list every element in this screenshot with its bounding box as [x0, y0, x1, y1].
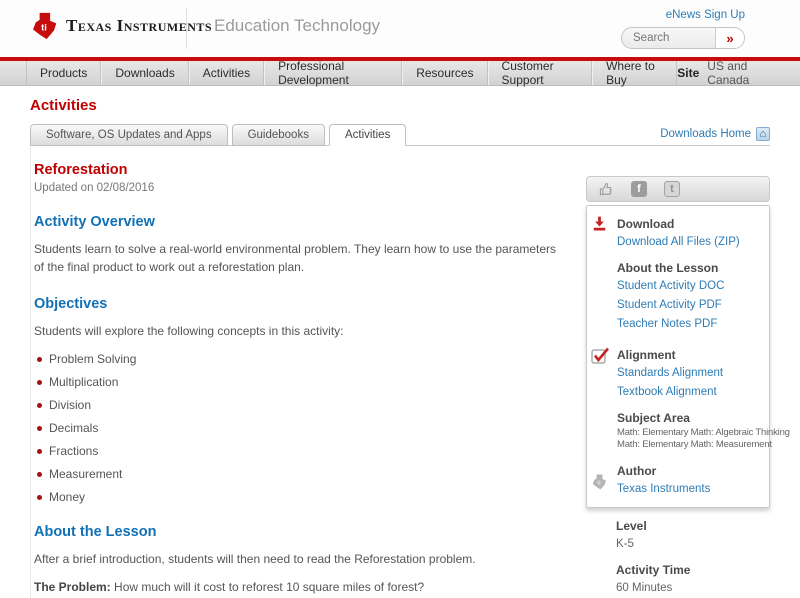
- site-region[interactable]: US and Canada: [707, 59, 768, 87]
- resource-panel: Download Download All Files (ZIP) About …: [586, 205, 790, 508]
- download-all-files-link[interactable]: Download All Files (ZIP): [617, 236, 763, 248]
- tab-software-os-updates[interactable]: Software, OS Updates and Apps: [30, 124, 228, 146]
- section-about-the-lesson: About the Lesson: [34, 524, 157, 540]
- level-heading: Level: [616, 519, 647, 533]
- site-label: Site: [677, 66, 700, 80]
- list-item: Multiplication: [34, 375, 568, 389]
- about-problem: The Problem: How much will it cost to re…: [34, 578, 568, 596]
- objectives-list: Problem Solving Multiplication Division …: [34, 352, 568, 504]
- enews-signup-link[interactable]: eNews Sign Up: [666, 9, 745, 21]
- page-title: Activities: [30, 97, 97, 114]
- alignment-heading: Alignment: [617, 348, 676, 362]
- subject-area-heading: Subject Area: [617, 411, 690, 425]
- about-lesson-files-heading: About the Lesson: [617, 261, 719, 275]
- article: Reforestation Updated on 02/08/2016 Acti…: [31, 146, 586, 598]
- about-paragraph-1: After a brief introduction, students wil…: [34, 552, 476, 566]
- list-item: Division: [34, 398, 568, 412]
- details-panel: Level K-5 Activity Time 60 Minutes Devic…: [586, 508, 770, 598]
- objectives-intro: Students will explore the following conc…: [34, 324, 344, 338]
- level-value: K-5: [616, 538, 634, 550]
- thumbs-up-icon[interactable]: [598, 181, 614, 197]
- overview-text: Students learn to solve a real-world env…: [34, 242, 557, 274]
- activity-time-section: Activity Time 60 Minutes: [616, 563, 764, 594]
- activity-time-heading: Activity Time: [616, 563, 691, 577]
- list-item: Money: [34, 490, 568, 504]
- problem-label: The Problem:: [34, 580, 111, 594]
- student-activity-pdf-link[interactable]: Student Activity PDF: [617, 299, 763, 311]
- main-nav: Products Downloads Activities Profession…: [0, 59, 800, 87]
- home-icon: ⌂: [756, 127, 770, 141]
- downloads-home-label: Downloads Home: [660, 128, 751, 140]
- alignment-section: Alignment Standards Alignment Textbook A…: [591, 347, 763, 398]
- activity-time-value: 60 Minutes: [616, 582, 673, 594]
- level-section: Level K-5: [616, 519, 764, 550]
- ti-author-icon: ti: [592, 474, 606, 490]
- social-bar: f t: [586, 176, 770, 202]
- tab-bar: Software, OS Updates and Apps Guidebooks…: [30, 123, 770, 146]
- list-item: Decimals: [34, 421, 568, 435]
- download-section: Download Download All Files (ZIP): [593, 216, 763, 248]
- nav-item-customer-support[interactable]: Customer Support: [487, 59, 593, 87]
- svg-text:ti: ti: [41, 22, 47, 33]
- tab-content: Reforestation Updated on 02/08/2016 Acti…: [30, 146, 790, 598]
- download-icon: [593, 216, 606, 231]
- list-item: Measurement: [34, 467, 568, 481]
- subject-area-line: Math: Elementary Math: Algebraic Thinkin…: [617, 427, 790, 438]
- site-selector: Site US and Canada: [677, 59, 800, 87]
- nav-item-professional-development[interactable]: Professional Development: [264, 59, 403, 87]
- teacher-notes-pdf-link[interactable]: Teacher Notes PDF: [617, 318, 763, 330]
- sidebar: f t Download Download All Files (ZIP) Ab…: [586, 176, 790, 598]
- list-item: Fractions: [34, 444, 568, 458]
- page: ti Texas Instruments Education Technolog…: [0, 0, 800, 598]
- download-heading: Download: [617, 217, 675, 231]
- subject-area-line: Math: Elementary Math: Measurement: [617, 439, 772, 450]
- nav-item-products[interactable]: Products: [26, 61, 102, 85]
- tab-guidebooks[interactable]: Guidebooks: [231, 124, 325, 146]
- nav-item-resources[interactable]: Resources: [402, 61, 488, 85]
- svg-text:ti: ti: [597, 481, 601, 487]
- search-submit-icon: »: [726, 30, 734, 46]
- downloads-home-link[interactable]: Downloads Home ⌂: [660, 127, 770, 141]
- facebook-icon[interactable]: f: [631, 181, 647, 197]
- section-activity-overview: Activity Overview: [34, 214, 155, 230]
- author-heading: Author: [617, 464, 657, 478]
- section-objectives: Objectives: [34, 296, 108, 312]
- student-activity-doc-link[interactable]: Student Activity DOC: [617, 280, 763, 292]
- nav-item-where-to-buy[interactable]: Where to Buy: [592, 59, 678, 87]
- activity-title: Reforestation: [34, 162, 128, 178]
- author-section: ti Author Texas Instruments: [592, 464, 763, 495]
- tab-activities[interactable]: Activities: [328, 124, 407, 146]
- search-box: »: [621, 27, 745, 49]
- problem-text: How much will it cost to reforest 10 squ…: [110, 580, 425, 594]
- ti-texas-icon: ti: [33, 12, 57, 40]
- about-lesson-files-section: About the Lesson Student Activity DOC St…: [617, 261, 763, 330]
- header-divider: [186, 8, 187, 49]
- checkmark-icon: [591, 347, 609, 364]
- nav-item-activities[interactable]: Activities: [188, 61, 265, 85]
- textbook-alignment-link[interactable]: Textbook Alignment: [617, 386, 763, 398]
- site-header: ti Texas Instruments Education Technolog…: [0, 0, 800, 57]
- updated-date: Updated on 02/08/2016: [34, 182, 155, 194]
- nav-item-downloads[interactable]: Downloads: [101, 61, 189, 85]
- ti-logo[interactable]: ti Texas Instruments: [30, 12, 212, 40]
- subject-area-section: Subject Area Math: Elementary Math: Alge…: [617, 411, 790, 451]
- site-tagline: Education Technology: [214, 16, 381, 35]
- search-input[interactable]: [622, 28, 715, 48]
- twitter-icon[interactable]: t: [664, 181, 680, 197]
- author-link[interactable]: Texas Instruments: [617, 483, 763, 495]
- brand-name: Texas Instruments: [66, 16, 213, 35]
- standards-alignment-link[interactable]: Standards Alignment: [617, 367, 763, 379]
- search-submit-button[interactable]: »: [715, 28, 744, 48]
- list-item: Problem Solving: [34, 352, 568, 366]
